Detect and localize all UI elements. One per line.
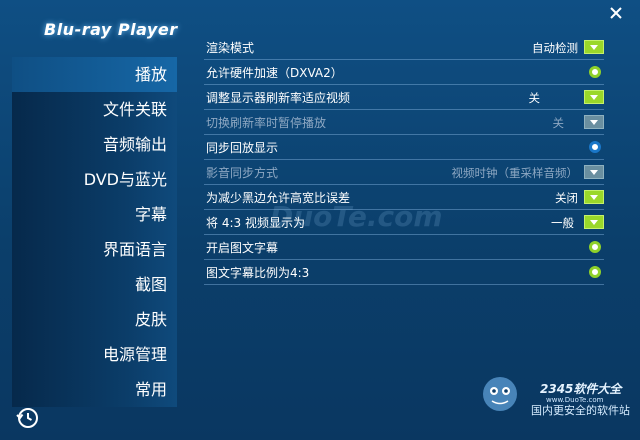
setting-label: 影音同步方式 bbox=[206, 166, 279, 180]
app-logo: Blu-ray Player bbox=[44, 20, 178, 39]
setting-image-subtitle-ratio: 图文字幕比例为4:3 bbox=[204, 262, 604, 285]
setting-label: 为减少黑边允许高宽比误差 bbox=[206, 191, 351, 205]
sidebar-item-subtitles[interactable]: 字幕 bbox=[12, 197, 177, 232]
setting-enable-image-subtitles: 开启图文字幕 bbox=[204, 237, 604, 260]
sidebar-item-interface-language[interactable]: 界面语言 bbox=[12, 232, 177, 267]
setting-label: 开启图文字幕 bbox=[206, 241, 279, 255]
sidebar-item-audio-output[interactable]: 音频输出 bbox=[12, 127, 177, 162]
close-icon bbox=[610, 7, 622, 19]
setting-value: 视频时钟（重采样音频） bbox=[451, 166, 579, 180]
watermark-brand: 2345软件大全 bbox=[540, 382, 622, 396]
toggle-on-icon[interactable] bbox=[589, 66, 601, 78]
dropdown-button[interactable] bbox=[584, 90, 604, 104]
dropdown-button[interactable] bbox=[584, 115, 604, 129]
setting-label: 同步回放显示 bbox=[206, 141, 279, 155]
setting-hardware-acceleration: 允许硬件加速（DXVA2） bbox=[204, 62, 604, 85]
dropdown-button[interactable] bbox=[584, 215, 604, 229]
watermark-tagline: 国内更安全的软件站 bbox=[531, 404, 630, 417]
settings-panel: 渲染模式 自动检测 允许硬件加速（DXVA2） 调整显示器刷新率适应视频 关 切… bbox=[185, 33, 630, 408]
sidebar-item-power-management[interactable]: 电源管理 bbox=[12, 337, 177, 372]
sidebar-item-screenshot[interactable]: 截图 bbox=[12, 267, 177, 302]
history-icon bbox=[16, 408, 38, 428]
toggle-on-icon[interactable] bbox=[589, 266, 601, 278]
setting-value: 关 bbox=[528, 91, 541, 105]
dropdown-button[interactable] bbox=[584, 190, 604, 204]
setting-value: 自动检测 bbox=[532, 41, 578, 55]
setting-sync-playback-display: 同步回放显示 bbox=[204, 137, 604, 160]
setting-value: 一般 bbox=[551, 216, 574, 230]
setting-label: 允许硬件加速（DXVA2） bbox=[206, 66, 343, 80]
setting-value: 关 bbox=[552, 116, 565, 130]
setting-label: 调整显示器刷新率适应视频 bbox=[206, 91, 351, 105]
setting-label: 切换刷新率时暂停播放 bbox=[206, 116, 327, 130]
sidebar-item-general[interactable]: 常用 bbox=[12, 372, 177, 407]
toggle-on-icon[interactable] bbox=[589, 241, 601, 253]
dropdown-button[interactable] bbox=[584, 165, 604, 179]
setting-value: 关闭 bbox=[555, 191, 578, 205]
dropdown-button[interactable] bbox=[584, 40, 604, 54]
setting-label: 将 4:3 视频显示为 bbox=[206, 216, 305, 230]
sidebar: 播放 文件关联 音频输出 DVD与蓝光 字幕 界面语言 截图 皮肤 电源管理 常… bbox=[12, 57, 177, 407]
setting-label: 渲染模式 bbox=[206, 41, 255, 55]
setting-label: 图文字幕比例为4:3 bbox=[206, 266, 310, 280]
setting-render-mode: 渲染模式 自动检测 bbox=[204, 37, 604, 60]
mascot-icon bbox=[483, 377, 517, 411]
sidebar-item-playback[interactable]: 播放 bbox=[12, 57, 177, 92]
setting-display-4-3-video: 将 4:3 视频显示为 一般 bbox=[204, 212, 604, 235]
sidebar-item-dvd-bluray[interactable]: DVD与蓝光 bbox=[12, 162, 177, 197]
sidebar-item-file-association[interactable]: 文件关联 bbox=[12, 92, 177, 127]
toggle-on-icon[interactable] bbox=[589, 141, 601, 153]
setting-pause-on-refresh-switch: 切换刷新率时暂停播放 关 bbox=[204, 112, 604, 135]
close-button[interactable] bbox=[606, 5, 626, 25]
history-button[interactable] bbox=[16, 406, 40, 430]
setting-av-sync-method: 影音同步方式 视频时钟（重采样音频） bbox=[204, 162, 604, 185]
settings-window: DuoTe.com Blu-ray Player 播放 文件关联 音频输出 DV… bbox=[0, 0, 640, 440]
sidebar-item-skin[interactable]: 皮肤 bbox=[12, 302, 177, 337]
setting-aspect-ratio-error: 为减少黑边允许高宽比误差 关闭 bbox=[204, 187, 604, 210]
setting-adjust-refresh-rate: 调整显示器刷新率适应视频 关 bbox=[204, 87, 604, 110]
